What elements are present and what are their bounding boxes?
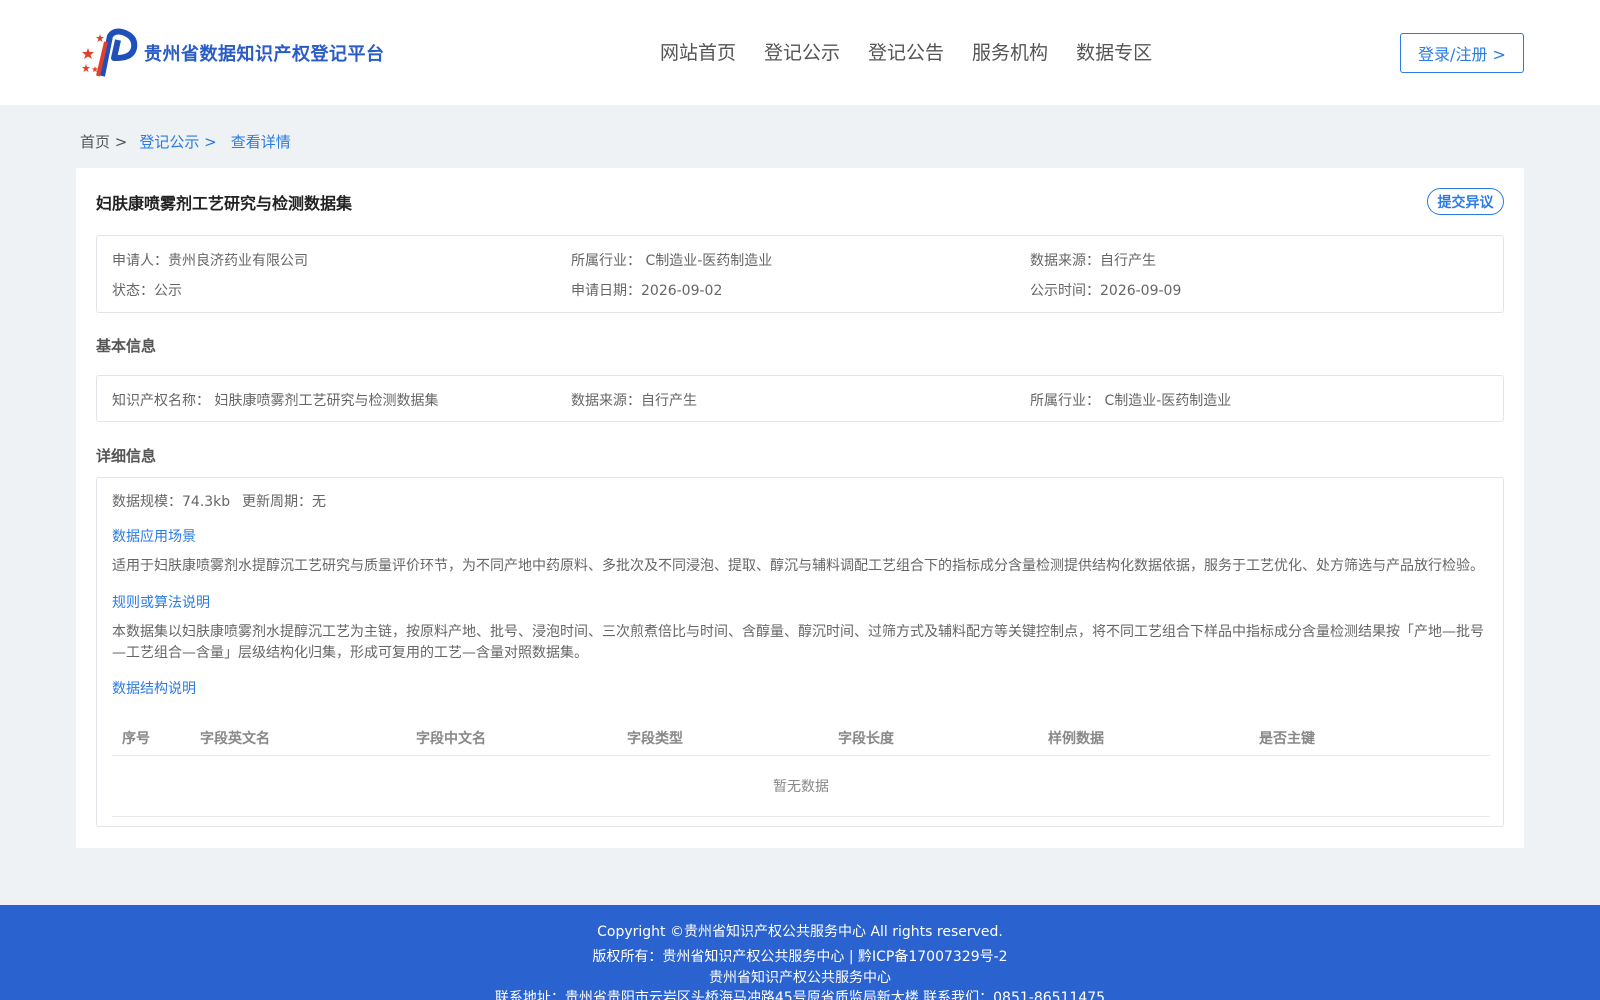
th-chinese-name: 字段中文名 [416, 731, 486, 747]
breadcrumb-home[interactable]: 首页 > [80, 131, 127, 152]
structure-heading: 数据结构说明 [112, 681, 196, 697]
submit-objection-button[interactable]: 提交异议 [1427, 188, 1504, 215]
status-field: 状态：公示 [112, 283, 182, 299]
rule-text: 本数据集以妇肤康喷雾剂水提醇沉工艺为主链，按原料产地、批号、浸泡时间、三次煎煮倍… [112, 624, 1484, 661]
site-footer: Copyright ©贵州省知识产权公共服务中心 All rights rese… [0, 905, 1600, 1000]
th-primary-key: 是否主键 [1259, 731, 1315, 747]
nav-registration-notice[interactable]: 登记公示 [764, 38, 840, 65]
basic-info-box: 知识产权名称： 妇肤康喷雾剂工艺研究与检测数据集 数据来源：自行产生 所属行业：… [96, 375, 1504, 422]
site-logo[interactable]: 贵州省数据知识产权登记平台 [80, 28, 385, 78]
summary-box: 申请人：贵州良济药业有限公司 所属行业： C制造业-医药制造业 数据来源：自行产… [96, 235, 1504, 313]
footer-contact: 联系地址：贵州省贵阳市云岩区头桥海马冲路45号原省质监局新大楼 联系我们：085… [494, 990, 1106, 1000]
applicant-field: 申请人：贵州良济药业有限公司 [112, 253, 308, 269]
nav-registration-announcement[interactable]: 登记公告 [868, 38, 944, 65]
logo-icon [82, 28, 138, 77]
site-header: 贵州省数据知识产权登记平台 网站首页 登记公示 登记公告 服务机构 数据专区 登… [0, 0, 1600, 105]
th-english-name: 字段英文名 [200, 731, 270, 747]
page-title: 妇肤康喷雾剂工艺研究与检测数据集 [96, 194, 353, 213]
site-title: 贵州省数据知识产权登记平台 [144, 44, 385, 65]
structure-table-header: 序号 字段英文名 字段中文名 字段类型 字段长度 样例数据 是否主键 [112, 716, 1490, 756]
th-index: 序号 [122, 731, 150, 747]
th-sample-data: 样例数据 [1048, 731, 1104, 747]
detail-info-box: 数据规模：74.3kb 更新周期：无 数据应用场景 适用于妇肤康喷雾剂水提醇沉工… [96, 477, 1504, 827]
breadcrumb-current: 查看详情 [230, 133, 291, 151]
publish-date-field: 公示时间：2026-09-09 [1030, 283, 1182, 299]
basic-industry-field: 所属行业： C制造业-医药制造业 [1030, 393, 1232, 409]
breadcrumb-list[interactable]: 登记公示 > [139, 131, 216, 152]
source-field: 数据来源：自行产生 [1030, 253, 1156, 269]
detail-card: 妇肤康喷雾剂工艺研究与检测数据集 提交异议 申请人：贵州良济药业有限公司 所属行… [76, 168, 1524, 848]
scenario-heading: 数据应用场景 [112, 529, 196, 545]
detail-info-heading: 详细信息 [96, 447, 157, 465]
th-field-length: 字段长度 [838, 731, 894, 747]
ip-name-field: 知识产权名称： 妇肤康喷雾剂工艺研究与检测数据集 [112, 393, 439, 409]
nav-home[interactable]: 网站首页 [660, 38, 736, 65]
industry-field: 所属行业： C制造业-医药制造业 [571, 253, 773, 269]
breadcrumb: 首页 > 登记公示 > 查看详情 [80, 131, 291, 152]
footer-owner: 版权所有：贵州省知识产权公共服务中心 | 黔ICP备17007329号-2 [592, 949, 1008, 965]
table-empty-state: 暂无数据 [112, 756, 1490, 817]
scenario-text: 适用于妇肤康喷雾剂水提醇沉工艺研究与质量评价环节，为不同产地中药原料、多批次及不… [112, 558, 1484, 574]
login-register-button[interactable]: 登录/注册 > [1400, 33, 1524, 73]
nav-data-zone[interactable]: 数据专区 [1076, 38, 1152, 65]
rule-heading: 规则或算法说明 [112, 595, 210, 611]
footer-copyright: Copyright ©贵州省知识产权公共服务中心 All rights rese… [597, 924, 1003, 940]
apply-date-field: 申请日期：2026-09-02 [571, 283, 723, 299]
nav-service-agencies[interactable]: 服务机构 [972, 38, 1048, 65]
basic-info-heading: 基本信息 [96, 337, 157, 355]
update-cycle-field: 更新周期：无 [242, 494, 326, 510]
main-nav: 网站首页 登记公示 登记公告 服务机构 数据专区 [660, 38, 1180, 65]
footer-org: 贵州省知识产权公共服务中心 [709, 970, 891, 986]
basic-source-field: 数据来源：自行产生 [571, 393, 697, 409]
data-scale-field: 数据规模：74.3kb [112, 494, 231, 510]
th-field-type: 字段类型 [627, 731, 683, 747]
